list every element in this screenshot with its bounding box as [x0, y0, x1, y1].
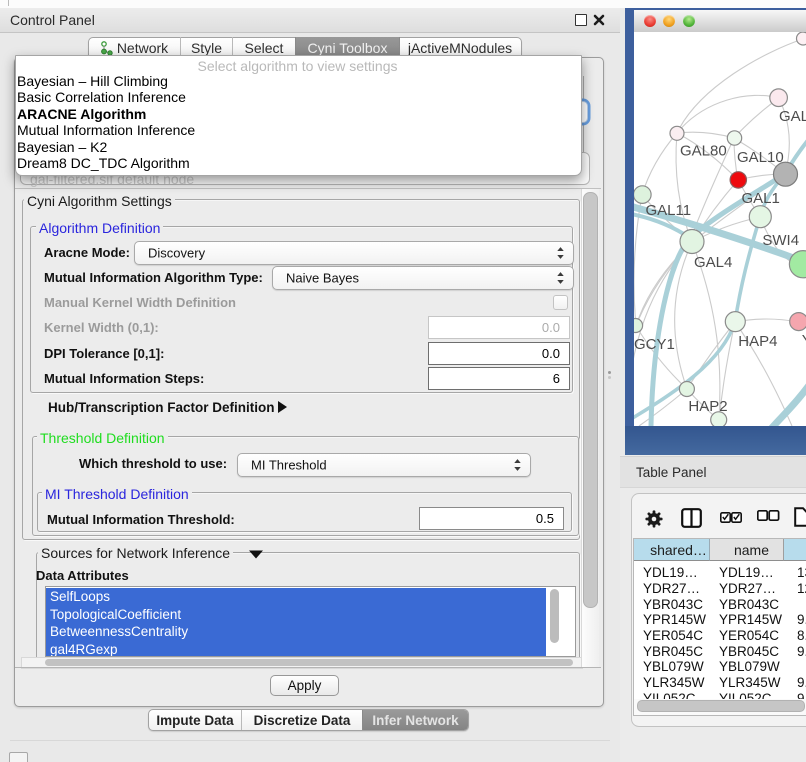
svg-text:SWI4: SWI4: [762, 232, 799, 249]
svg-text:GCY1: GCY1: [634, 336, 675, 353]
svg-text:GAL4: GAL4: [694, 254, 732, 271]
svg-text:HAP4: HAP4: [738, 333, 777, 350]
svg-text:GAL80: GAL80: [680, 143, 727, 160]
svg-text:GAL1: GAL1: [742, 190, 780, 207]
svg-text:Y: Y: [802, 332, 806, 349]
svg-text:GAL10: GAL10: [737, 149, 784, 166]
svg-text:HAP2: HAP2: [688, 398, 727, 415]
svg-text:GAL7: GAL7: [779, 108, 806, 125]
svg-text:GAL11: GAL11: [646, 202, 692, 219]
